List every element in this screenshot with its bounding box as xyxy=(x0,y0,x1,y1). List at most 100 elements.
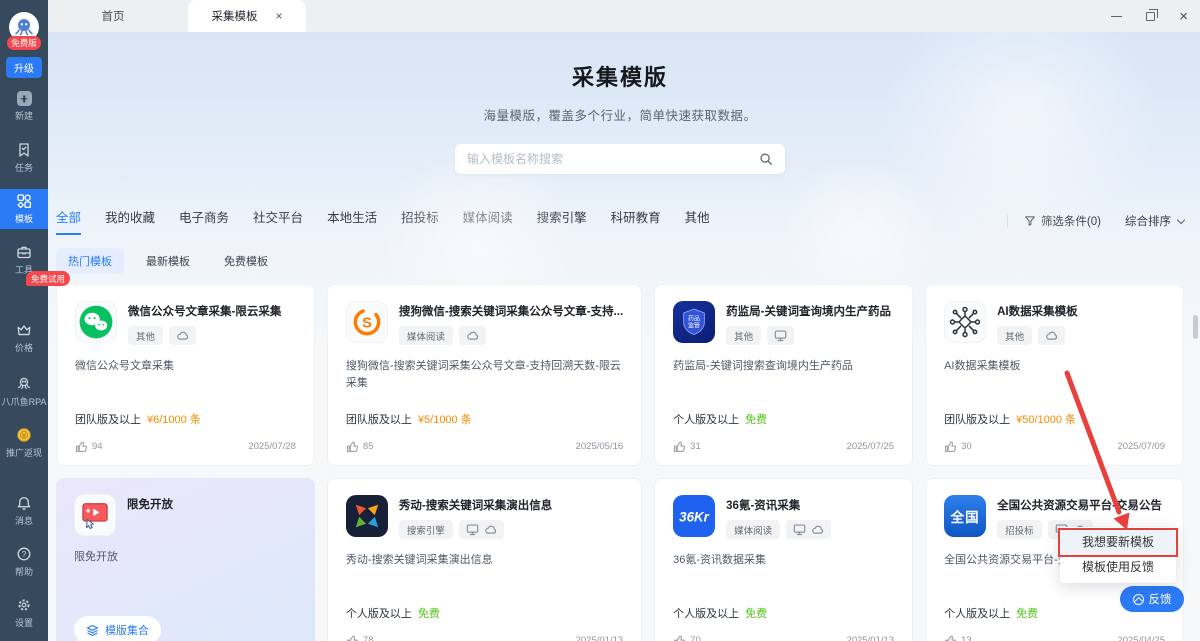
tier-label: 个人版及以上 xyxy=(944,605,1010,621)
showstart-icon xyxy=(346,495,388,537)
card-description: 36氪-资讯数据采集 xyxy=(673,552,894,569)
template-card-ai[interactable]: AI数据采集模板 其他 AI数据采集模板 团队版及以上 ¥50/1000 条 xyxy=(925,284,1184,466)
subtab-bar: 热门模板 最新模板 免费模板 xyxy=(56,248,1184,274)
tier-label: 团队版及以上 xyxy=(944,411,1010,427)
like-button[interactable]: 85 xyxy=(346,440,374,453)
category-tag: 其他 xyxy=(128,326,163,345)
template-card-showstart[interactable]: 秀动-搜索关键词采集演出信息 搜索引擎 秀动-搜索关键词采集演出信息 个人版及以… xyxy=(327,478,642,641)
thumbs-up-icon xyxy=(944,634,957,641)
subtab-free[interactable]: 免费模板 xyxy=(212,248,280,274)
octopus-icon xyxy=(16,376,32,392)
card-title: 药监局-关键词查询境内生产药品 xyxy=(726,303,891,319)
template-card-limited-free[interactable]: 限免开放 限免开放 模版集合 xyxy=(56,478,315,641)
sort-dropdown[interactable]: 综合排序 xyxy=(1125,213,1184,229)
wechat-icon xyxy=(75,301,117,343)
cloud-icon xyxy=(811,523,824,536)
thumbs-up-icon xyxy=(75,440,88,453)
chevron-down-icon xyxy=(1177,215,1185,223)
sidebar-item-rpa[interactable]: 八爪鱼RPA xyxy=(0,372,48,412)
crown-icon xyxy=(16,322,32,338)
category-favorites[interactable]: 我的收藏 xyxy=(105,207,155,233)
plus-icon xyxy=(17,91,32,106)
search-icon[interactable] xyxy=(759,152,773,166)
window-close-button[interactable]: × xyxy=(1179,9,1188,24)
template-card-nmpa[interactable]: 药品监管 药监局-关键词查询境内生产药品 其他 药监局-关键词搜索查询境内生产药… xyxy=(654,284,913,466)
sidebar-item-tasks[interactable]: 任务 xyxy=(0,138,48,178)
filter-conditions-button[interactable]: 筛选条件(0) xyxy=(1024,213,1101,229)
feedback-button[interactable]: 反馈 xyxy=(1120,586,1184,612)
like-button[interactable]: 13 xyxy=(944,634,972,641)
tier-label: 个人版及以上 xyxy=(673,605,739,621)
window-restore-button[interactable] xyxy=(1146,12,1155,21)
sidebar-item-templates[interactable]: 模板 xyxy=(0,189,48,229)
template-card-sogou[interactable]: S 搜狗微信-搜索关键词采集公众号文章-支持... 媒体阅读 搜狗微信-搜索关键… xyxy=(327,284,642,466)
subtab-newest[interactable]: 最新模板 xyxy=(134,248,202,274)
nmpa-shield-icon: 药品监管 xyxy=(673,301,715,343)
bell-icon xyxy=(16,495,32,511)
vertical-scrollbar[interactable] xyxy=(1193,315,1198,339)
thumbs-up-icon xyxy=(944,440,957,453)
card-title: 限免开放 xyxy=(127,496,173,512)
task-icon xyxy=(16,142,32,158)
category-social[interactable]: 社交平台 xyxy=(253,207,303,233)
category-local-life[interactable]: 本地生活 xyxy=(327,207,377,233)
thumbs-up-icon xyxy=(673,440,686,453)
sidebar-item-new[interactable]: 新建 xyxy=(0,87,48,126)
menu-item-template-feedback[interactable]: 模板使用反馈 xyxy=(1060,555,1176,580)
help-icon: ? xyxy=(16,546,32,562)
sidebar-item-promo[interactable]: 推广返现 xyxy=(0,423,48,463)
sidebar-item-messages[interactable]: 消息 xyxy=(0,491,48,531)
tier-label: 团队版及以上 xyxy=(75,411,141,427)
card-date: 2025/07/28 xyxy=(248,441,296,452)
page-subtitle: 海量模版，覆盖多个行业，简单快速获取数据。 xyxy=(56,105,1184,124)
sidebar-item-help[interactable]: ? 帮助 xyxy=(0,542,48,582)
cloud-icon xyxy=(1045,329,1058,342)
svg-text:36Kr: 36Kr xyxy=(679,510,710,525)
template-search[interactable] xyxy=(455,144,785,174)
36kr-icon: 36Kr xyxy=(673,495,715,537)
category-tag: 其他 xyxy=(726,326,761,345)
price-label: 免费 xyxy=(1016,605,1038,621)
category-media[interactable]: 媒体阅读 xyxy=(463,207,513,233)
coin-icon xyxy=(16,427,32,443)
card-title: 微信公众号文章采集-限云采集 xyxy=(128,303,281,319)
like-button[interactable]: 30 xyxy=(944,440,972,453)
card-title: 秀动-搜索关键词采集演出信息 xyxy=(399,497,552,513)
chevron-up-icon xyxy=(1133,594,1144,605)
sidebar-item-pricing[interactable]: 价格 xyxy=(0,318,48,358)
category-research[interactable]: 科研教育 xyxy=(611,207,661,233)
price-label: 免费 xyxy=(418,605,440,621)
monitor-icon xyxy=(774,329,787,342)
category-tag: 搜索引擎 xyxy=(399,520,453,539)
card-date: 2025/05/16 xyxy=(576,441,624,452)
toolbox-icon xyxy=(16,244,32,260)
category-ecommerce[interactable]: 电子商务 xyxy=(179,207,229,233)
template-collection-button[interactable]: 模版集合 xyxy=(74,616,161,641)
upgrade-button[interactable]: 升级 xyxy=(6,57,42,78)
search-input[interactable] xyxy=(467,152,759,166)
tab-close-icon[interactable]: × xyxy=(275,9,282,23)
card-date: 2025/04/25 xyxy=(1117,635,1165,641)
like-button[interactable]: 31 xyxy=(673,440,701,453)
like-button[interactable]: 70 xyxy=(673,634,701,641)
category-bidding[interactable]: 招投标 xyxy=(401,207,439,233)
template-icon xyxy=(16,193,32,209)
tab-collect-templates[interactable]: 采集模板 × xyxy=(188,0,306,32)
card-description: AI数据采集模板 xyxy=(944,358,1165,375)
menu-item-request-new-template[interactable]: 我想要新模板 xyxy=(1060,530,1176,555)
like-button[interactable]: 78 xyxy=(346,634,374,641)
category-tag: 媒体阅读 xyxy=(399,326,453,345)
sidebar-item-settings[interactable]: 设置 xyxy=(0,593,48,633)
like-button[interactable]: 94 xyxy=(75,440,103,453)
subtab-hot[interactable]: 热门模板 xyxy=(56,248,124,274)
template-card-wechat[interactable]: 微信公众号文章采集-限云采集 其他 微信公众号文章采集 团队版及以上 ¥6/10… xyxy=(56,284,315,466)
thumbs-up-icon xyxy=(673,634,686,641)
category-search-engine[interactable]: 搜索引擎 xyxy=(537,207,587,233)
window-minimize-button[interactable] xyxy=(1111,16,1122,17)
card-description: 搜狗微信-搜索关键词采集公众号文章-支持回溯天数-限云采集 xyxy=(346,358,623,392)
tab-home[interactable]: 首页 xyxy=(48,0,178,32)
category-all[interactable]: 全部 xyxy=(56,207,81,235)
category-other[interactable]: 其他 xyxy=(685,207,710,233)
template-card-36kr[interactable]: 36Kr 36氪-资讯采集 媒体阅读 36氪-资讯数据采集 个人版及以上 xyxy=(654,478,913,641)
card-description: 药监局-关键词搜索查询境内生产药品 xyxy=(673,358,894,375)
